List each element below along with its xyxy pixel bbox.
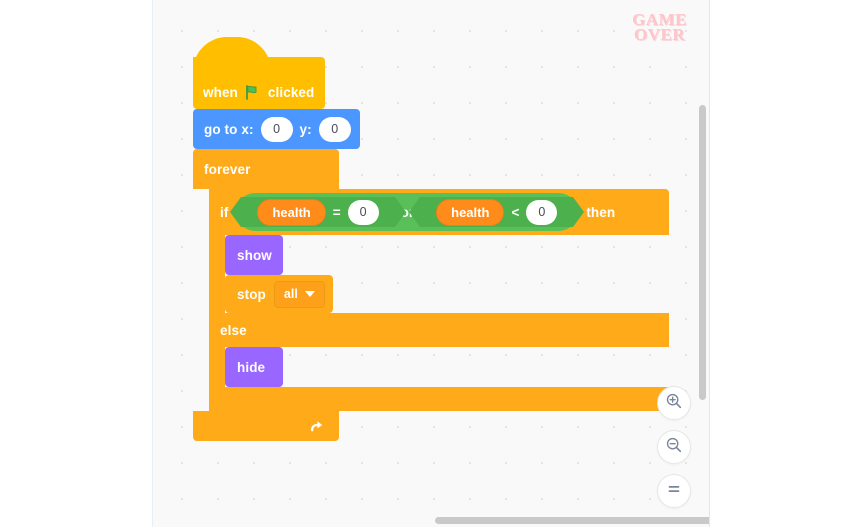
stop-label: stop — [237, 286, 266, 302]
operator-or-block[interactable]: health = 0 or health < 0 — [230, 193, 585, 231]
forever-label: forever — [204, 161, 251, 177]
chevron-down-icon — [304, 291, 315, 297]
if-else-branch: hide — [209, 347, 669, 387]
show-label: show — [237, 247, 272, 263]
if-else-left-spine — [209, 347, 225, 387]
zoom-out-button[interactable] — [657, 430, 691, 464]
lessthan-value-input[interactable]: 0 — [526, 199, 558, 225]
magnifier-minus-icon — [665, 436, 683, 459]
then-label: then — [586, 204, 616, 220]
block-stop[interactable]: stop all — [225, 275, 333, 313]
stop-target-dropdown[interactable]: all — [273, 280, 325, 308]
variable-health-left[interactable]: health — [257, 198, 326, 226]
clicked-label: clicked — [267, 85, 315, 100]
vertical-scrollbar[interactable] — [699, 105, 706, 400]
green-flag-icon — [245, 85, 261, 100]
forever-body: if health = 0 or health < 0 then show st… — [209, 189, 669, 411]
if-then-left-spine — [209, 235, 225, 313]
script-stack[interactable]: when clicked go to x: 0 y: 0 forever if … — [193, 37, 669, 441]
equals-value-input[interactable]: 0 — [347, 199, 379, 225]
loop-arrow-icon — [308, 418, 325, 435]
block-editor-screen: GAME OVER when clicked go to x: 0 y: 0 f… — [0, 0, 862, 527]
if-label: if — [220, 204, 229, 220]
blocks-workspace[interactable]: GAME OVER when clicked go to x: 0 y: 0 f… — [152, 0, 710, 527]
if-else-separator: else — [209, 313, 669, 347]
block-when-flag-clicked[interactable]: when clicked — [193, 37, 325, 113]
horizontal-scrollbar[interactable] — [435, 517, 709, 524]
lessthan-symbol: < — [511, 204, 520, 220]
block-go-to-xy[interactable]: go to x: 0 y: 0 — [193, 109, 360, 153]
block-if-else[interactable]: if health = 0 or health < 0 then show st… — [209, 189, 669, 411]
hide-label: hide — [237, 359, 266, 375]
goto-y-input[interactable]: 0 — [318, 116, 351, 142]
equals-symbol: = — [332, 204, 341, 220]
watermark-line-2: OVER — [633, 25, 686, 44]
else-label: else — [220, 322, 247, 338]
stop-dropdown-value: all — [283, 287, 298, 301]
equals-icon — [665, 480, 683, 503]
block-forever[interactable]: forever — [193, 149, 339, 189]
operator-equals-block[interactable]: health = 0 — [230, 197, 406, 227]
forever-footer[interactable] — [193, 411, 339, 441]
game-over-watermark: GAME OVER — [632, 11, 687, 44]
goto-x-input[interactable]: 0 — [260, 116, 293, 142]
operator-lessthan-block[interactable]: health < 0 — [409, 197, 585, 227]
zoom-in-button[interactable] — [657, 386, 691, 420]
goto-x-label: go to x: — [204, 121, 254, 137]
if-header-row[interactable]: if health = 0 or health < 0 then — [209, 189, 669, 235]
block-show[interactable]: show — [225, 235, 283, 279]
zoom-reset-button[interactable] — [657, 474, 691, 508]
if-block-footer — [209, 387, 669, 411]
block-hide[interactable]: hide — [225, 347, 283, 387]
forever-header: forever — [193, 149, 339, 189]
goto-y-label: y: — [299, 121, 312, 137]
variable-health-right[interactable]: health — [436, 198, 505, 226]
when-label: when — [203, 85, 238, 100]
if-then-branch: show stop all — [209, 235, 669, 313]
magnifier-plus-icon — [665, 392, 683, 415]
